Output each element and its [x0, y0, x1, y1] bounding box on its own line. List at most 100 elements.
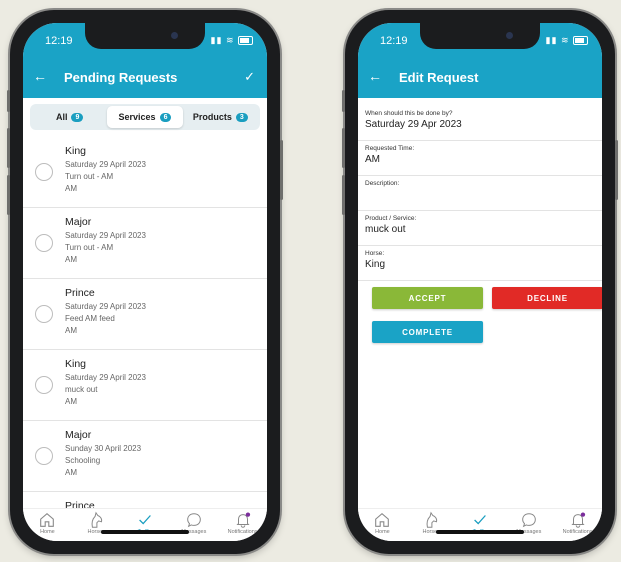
- bottom-nav: Home Horses To Do Messages Notifications: [23, 508, 267, 541]
- horse-name: King: [65, 145, 87, 157]
- checkmark-icon: [139, 515, 151, 525]
- list-item[interactable]: King Saturday 29 April 2023 muck out AM: [23, 350, 267, 421]
- bell-icon: [235, 512, 250, 528]
- mute-switch: [7, 90, 10, 112]
- complete-button[interactable]: COMPLETE: [372, 321, 483, 343]
- count-badge: 6: [159, 112, 172, 122]
- phone-frame-left: 12:19 ▮▮ ≋ ← Pending Requests ✓ All 9 Se…: [7, 10, 283, 554]
- field-requested-time[interactable]: Requested Time: AM: [358, 141, 602, 176]
- field-value: muck out: [365, 224, 406, 235]
- accept-button[interactable]: ACCEPT: [372, 287, 483, 309]
- tab-products[interactable]: Products 3: [183, 106, 258, 128]
- request-date: Sunday 30 April 2023: [65, 444, 142, 453]
- nav-horses[interactable]: Horses: [72, 509, 121, 541]
- list-item[interactable]: Prince Saturday 29 April 2023 Feed AM fe…: [23, 279, 267, 350]
- home-icon: [40, 512, 55, 527]
- field-due-date[interactable]: When should this be done by? Saturday 29…: [358, 106, 602, 141]
- wifi-icon: ≋: [225, 35, 235, 45]
- select-radio[interactable]: [35, 447, 53, 465]
- field-horse[interactable]: Horse: King: [358, 246, 602, 281]
- status-time: 12:19: [45, 35, 73, 47]
- back-arrow-icon[interactable]: ←: [368, 68, 382, 84]
- field-value: AM: [365, 154, 380, 165]
- horse-name: Prince: [65, 500, 95, 508]
- select-radio[interactable]: [35, 234, 53, 252]
- battery-icon: [238, 36, 253, 46]
- filter-tabs: All 9 Services 6 Products 3: [30, 104, 260, 130]
- tab-services[interactable]: Services 6: [107, 106, 183, 128]
- volume-down-button: [342, 175, 345, 215]
- edit-form: When should this be done by? Saturday 29…: [358, 106, 602, 281]
- field-label: Requested Time:: [365, 145, 415, 152]
- nav-todo[interactable]: To Do: [121, 509, 170, 541]
- power-button: [280, 140, 283, 200]
- nav-label: Notifications: [562, 529, 593, 535]
- wifi-icon: ≋: [560, 35, 570, 45]
- check-icon[interactable]: ✓: [244, 69, 255, 85]
- request-task: Turn out - AM: [65, 243, 114, 252]
- nav-home[interactable]: Home: [358, 509, 407, 541]
- request-task: muck out: [65, 385, 98, 394]
- field-product-service[interactable]: Product / Service: muck out: [358, 211, 602, 246]
- field-label: Description:: [365, 180, 400, 187]
- nav-home[interactable]: Home: [23, 509, 72, 541]
- select-radio[interactable]: [35, 376, 53, 394]
- request-date: Saturday 29 April 2023: [65, 373, 146, 382]
- page-title: Pending Requests: [64, 70, 178, 85]
- nav-notifications[interactable]: Notifications: [218, 509, 267, 541]
- nav-todo[interactable]: To Do: [456, 509, 505, 541]
- signal-icon: ▮▮: [545, 35, 558, 45]
- tab-all[interactable]: All 9: [32, 106, 107, 128]
- request-task: Turn out - AM: [65, 172, 114, 181]
- request-date: Saturday 29 April 2023: [65, 160, 146, 169]
- bell-icon: [570, 512, 585, 528]
- notification-dot: [245, 512, 250, 517]
- nav-messages[interactable]: Messages: [504, 509, 553, 541]
- request-task: Schooling: [65, 456, 101, 465]
- decline-button[interactable]: DECLINE: [492, 287, 602, 309]
- home-icon: [375, 512, 390, 527]
- volume-down-button: [7, 175, 10, 215]
- list-item[interactable]: Prince: [23, 492, 267, 508]
- tab-label: Products: [192, 112, 232, 122]
- nav-notifications[interactable]: Notifications: [553, 509, 602, 541]
- signal-icon: ▮▮: [210, 35, 223, 45]
- field-value: Saturday 29 Apr 2023: [365, 119, 462, 130]
- chat-bubble-icon: [521, 513, 536, 528]
- request-task: Feed AM feed: [65, 314, 115, 323]
- nav-label: Home: [375, 529, 390, 535]
- mute-switch: [342, 90, 345, 112]
- select-radio[interactable]: [35, 305, 53, 323]
- list-item[interactable]: Major Sunday 30 April 2023 Schooling AM: [23, 421, 267, 492]
- volume-up-button: [342, 128, 345, 168]
- horse-name: Major: [65, 429, 92, 441]
- status-icons: ▮▮ ≋: [546, 35, 588, 46]
- status-time: 12:19: [380, 35, 408, 47]
- request-time: AM: [65, 255, 77, 264]
- phone-frame-right: 12:19 ▮▮ ≋ ← Edit Request When should th…: [342, 10, 618, 554]
- request-time: AM: [65, 397, 77, 406]
- notch: [420, 23, 540, 49]
- request-list: King Saturday 29 April 2023 Turn out - A…: [23, 137, 267, 508]
- tab-label: All: [55, 112, 68, 122]
- list-item[interactable]: Major Saturday 29 April 2023 Turn out - …: [23, 208, 267, 279]
- screen-pending-requests: 12:19 ▮▮ ≋ ← Pending Requests ✓ All 9 Se…: [23, 23, 267, 541]
- field-label: When should this be done by?: [365, 110, 453, 117]
- notch: [85, 23, 205, 49]
- select-radio[interactable]: [35, 163, 53, 181]
- field-description[interactable]: Description:: [358, 176, 602, 211]
- list-item[interactable]: King Saturday 29 April 2023 Turn out - A…: [23, 137, 267, 208]
- request-time: AM: [65, 468, 77, 477]
- battery-icon: [573, 36, 588, 46]
- checkmark-icon: [474, 515, 486, 525]
- camera: [171, 32, 178, 39]
- horse-name: King: [65, 358, 87, 370]
- nav-horses[interactable]: Horses: [407, 509, 456, 541]
- horse-icon: [426, 511, 438, 528]
- request-time: AM: [65, 326, 77, 335]
- nav-messages[interactable]: Messages: [169, 509, 218, 541]
- back-arrow-icon[interactable]: ←: [33, 68, 47, 84]
- request-time: AM: [65, 184, 77, 193]
- tab-label: Services: [118, 112, 156, 122]
- horse-name: Major: [65, 216, 92, 228]
